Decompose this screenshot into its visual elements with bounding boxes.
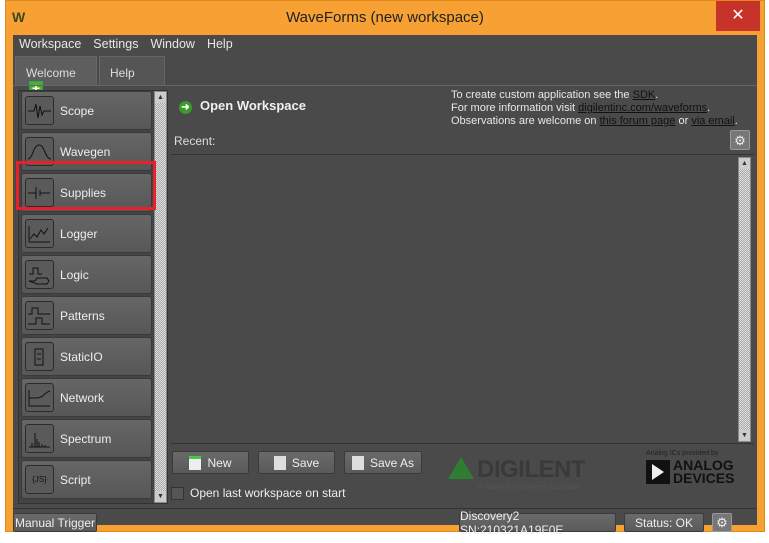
sidebar-item-network[interactable]: Network (21, 378, 152, 417)
adi-logo-icon (646, 460, 670, 484)
menu-help[interactable]: Help (207, 35, 233, 53)
close-button[interactable]: ✕ (716, 1, 760, 31)
open-workspace-label: Open Workspace (200, 98, 306, 113)
save-as-icon (351, 455, 364, 470)
open-last-label: Open last workspace on start (190, 486, 346, 500)
open-last-checkbox[interactable]: Open last workspace on start (171, 486, 345, 500)
new-button[interactable]: New (172, 451, 249, 474)
period: . (655, 89, 659, 101)
welcome-panel: ➜ Open Workspace To create custom applica… (171, 86, 754, 504)
scroll-up-icon[interactable]: ▲ (155, 92, 166, 103)
patterns-icon (25, 301, 54, 330)
analog-devices-logo: Analog ICs provided by ANALOG DEVICES (646, 450, 734, 485)
save-as-label: Save As (369, 455, 415, 470)
scroll-up-icon[interactable]: ▲ (739, 158, 750, 169)
sidebar-item-label: Spectrum (60, 431, 112, 446)
sidebar-item-staticio[interactable]: StaticIO (21, 337, 152, 376)
sidebar-item-script[interactable]: {JS} Script (21, 460, 152, 499)
open-workspace-button[interactable]: ➜ Open Workspace (179, 98, 306, 114)
sidebar-item-patterns[interactable]: Patterns (21, 296, 152, 335)
recent-settings-gear-icon[interactable]: ⚙ (730, 130, 750, 150)
tab-welcome-label: Welcome (26, 66, 76, 80)
script-icon: {JS} (25, 465, 54, 494)
forum-link[interactable]: this forum page (600, 115, 676, 127)
sidebar-item-logger[interactable]: Logger (21, 214, 152, 253)
tab-help-label: Help (110, 66, 135, 80)
sidebar-item-label: Patterns (60, 308, 105, 323)
sidebar-item-logic[interactable]: Logic (21, 255, 152, 294)
instrument-sidebar: Scope Wavegen Supplies Logger Logic Patt… (18, 90, 168, 504)
info-text: To create custom application see the SDK… (451, 89, 738, 128)
device-button[interactable]: Discovery2 SN:210321A19F0E (459, 509, 616, 537)
app-window: W WaveForms (new workspace) ✕ Workspace … (5, 0, 765, 537)
sidebar-item-label: Logic (60, 267, 89, 282)
tab-help[interactable]: Help (99, 56, 165, 86)
recent-scrollbar[interactable]: ▲ ▼ (738, 157, 751, 442)
info-line: Observations are welcome on (451, 115, 600, 127)
menu-window[interactable]: Window (150, 35, 194, 53)
status-button[interactable]: Status: OK (624, 513, 704, 532)
menu-bar: Workspace Settings Window Help (13, 35, 233, 53)
or-text: or (675, 115, 692, 127)
save-as-button[interactable]: Save As (344, 451, 422, 474)
adi-caption: Analog ICs provided by (646, 450, 719, 457)
new-file-icon (189, 455, 202, 470)
period: . (734, 115, 738, 127)
period: . (707, 102, 711, 114)
menu-settings[interactable]: Settings (93, 35, 138, 53)
tab-welcome[interactable]: Welcome+ (15, 56, 97, 95)
settings-gear-icon[interactable]: ⚙ (712, 513, 732, 532)
staticio-icon (25, 342, 54, 371)
save-icon (273, 455, 286, 470)
sidebar-item-label: Wavegen (60, 144, 111, 159)
email-link[interactable]: via email (691, 115, 734, 127)
spectrum-icon (25, 424, 54, 453)
recent-list[interactable]: ▲ ▼ (171, 154, 754, 444)
info-line: For more information visit (451, 102, 579, 114)
sidebar-item-label: Network (60, 390, 105, 405)
sidebar-item-label: Script (60, 472, 91, 487)
digilent-triangle-icon (448, 457, 474, 479)
title-bar: W WaveForms (new workspace) ✕ (6, 1, 764, 35)
scope-icon (25, 96, 54, 125)
wavegen-highlight (16, 161, 156, 210)
save-label: Save (291, 455, 320, 470)
digilent-tagline: A National Instruments Company (478, 484, 581, 491)
menu-workspace[interactable]: Workspace (19, 35, 81, 53)
arrow-right-icon: ➜ (179, 101, 192, 114)
network-icon (25, 383, 54, 412)
checkbox[interactable] (171, 486, 184, 500)
client-area: Workspace Settings Window Help Welcome+ … (13, 35, 757, 537)
sidebar-item-label: Logger (60, 226, 98, 241)
scroll-down-icon[interactable]: ▼ (155, 491, 166, 502)
scroll-down-icon[interactable]: ▼ (739, 430, 750, 441)
window-title: WaveForms (new workspace) (286, 9, 484, 26)
recent-label: Recent: (174, 134, 216, 148)
logic-icon (25, 260, 54, 289)
save-button[interactable]: Save (258, 451, 335, 474)
sidebar-scrollbar[interactable]: ▲ ▼ (154, 91, 167, 503)
website-link[interactable]: digilentinc.com/waveforms (578, 102, 707, 114)
divider (13, 508, 757, 509)
logger-icon (25, 219, 54, 248)
adi-line2: DEVICES (673, 470, 735, 486)
manual-trigger-button[interactable]: Manual Trigger (13, 513, 97, 532)
sdk-link[interactable]: SDK (633, 89, 656, 101)
sidebar-item-label: Scope (60, 103, 95, 118)
sidebar-item-label: StaticIO (60, 349, 103, 364)
info-line: To create custom application see the (451, 89, 633, 101)
digilent-logo: DIGILENT A National Instruments Company (448, 456, 586, 491)
digilent-name: DIGILENT (477, 456, 586, 483)
sidebar-item-spectrum[interactable]: Spectrum (21, 419, 152, 458)
new-label: New (207, 455, 232, 470)
sidebar-item-scope[interactable]: Scope (21, 91, 152, 130)
